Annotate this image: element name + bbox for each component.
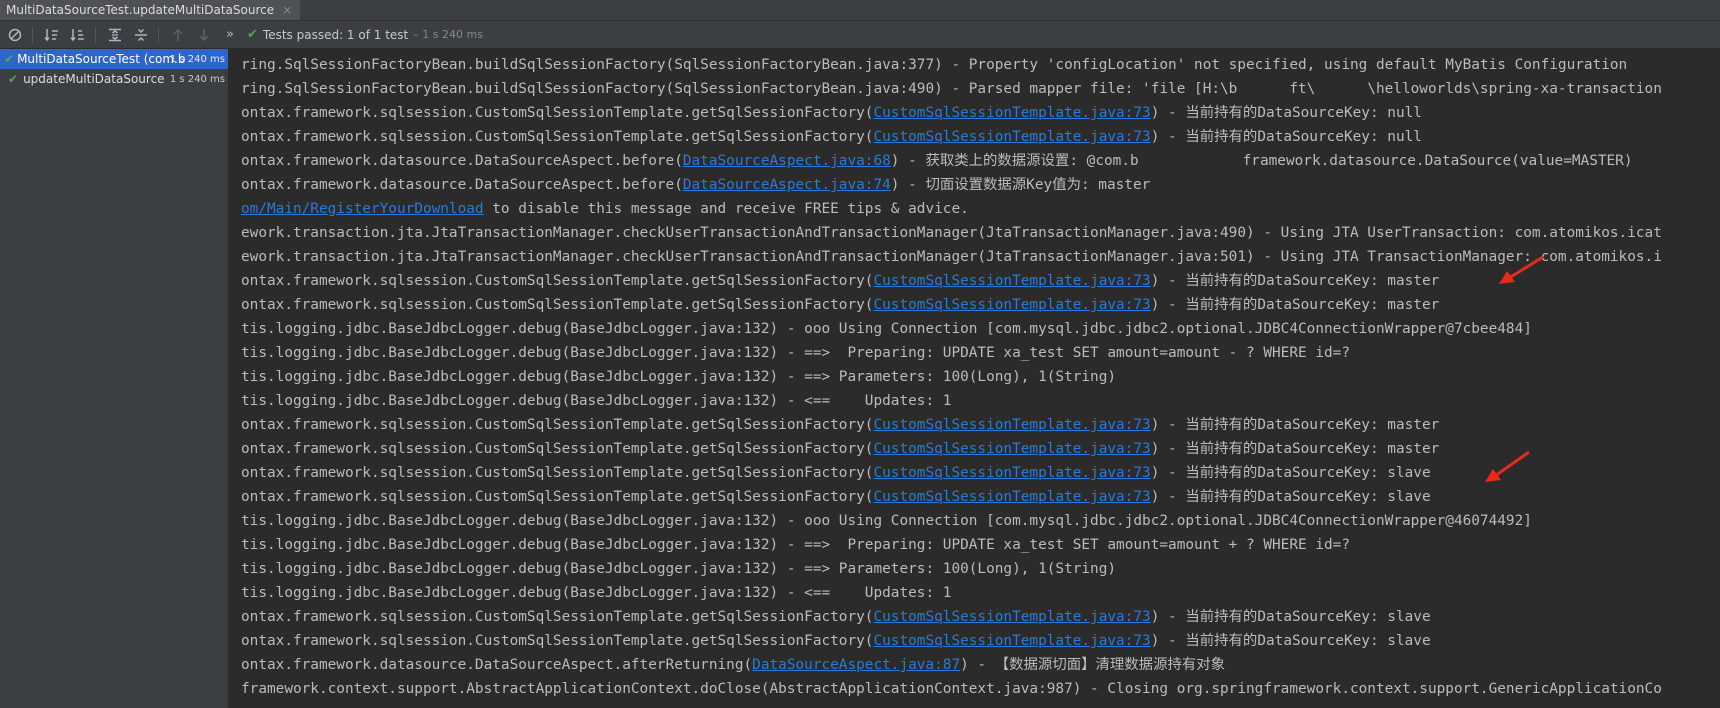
console-line: tis.logging.jdbc.BaseJdbcLogger.debug(Ba… [241, 513, 1532, 529]
sort-alpha-icon[interactable] [41, 24, 63, 46]
console-line: ontax.framework.datasource.DataSourceAsp… [241, 657, 1226, 673]
console-line: tis.logging.jdbc.BaseJdbcLogger.debug(Ba… [241, 345, 1350, 361]
console-line: ontax.framework.sqlsession.CustomSqlSess… [241, 609, 1431, 625]
console-output[interactable]: ring.SqlSessionFactoryBean.buildSqlSessi… [229, 49, 1720, 708]
more-icon[interactable]: » [219, 24, 241, 46]
toolbar-separator [158, 26, 159, 43]
console-line: ontax.framework.sqlsession.CustomSqlSess… [241, 489, 1431, 505]
console-link[interactable]: CustomSqlSessionTemplate.java:73 [873, 489, 1150, 505]
close-icon[interactable]: × [282, 3, 292, 17]
console-line: ontax.framework.datasource.DataSourceAsp… [241, 153, 1633, 169]
sort-duration-icon[interactable] [67, 24, 89, 46]
console-link[interactable]: CustomSqlSessionTemplate.java:73 [873, 465, 1150, 481]
console-line: ring.SqlSessionFactoryBean.buildSqlSessi… [241, 81, 1662, 97]
expand-all-icon[interactable] [104, 24, 126, 46]
collapse-all-icon[interactable] [130, 24, 152, 46]
console-line: tis.logging.jdbc.BaseJdbcLogger.debug(Ba… [241, 321, 1532, 337]
console-link[interactable]: CustomSqlSessionTemplate.java:73 [873, 633, 1150, 649]
console-link[interactable]: CustomSqlSessionTemplate.java:73 [873, 105, 1150, 121]
status-text: Tests passed: 1 of 1 test [262, 27, 409, 42]
tree-node-label: updateMultiDataSource [23, 72, 165, 86]
console-line: om/Main/RegisterYourDownload to disable … [241, 201, 969, 217]
console-link[interactable]: DataSourceAspect.java:68 [683, 153, 891, 169]
pass-check-icon: ✔ [4, 52, 15, 66]
run-tab[interactable]: MultiDataSourceTest.updateMultiDataSourc… [0, 0, 301, 20]
console-line: tis.logging.jdbc.BaseJdbcLogger.debug(Ba… [241, 537, 1350, 553]
console-link[interactable]: om/Main/RegisterYourDownload [241, 201, 484, 217]
console-line: framework.context.support.AbstractApplic… [241, 681, 1662, 697]
test-status: ✔ Tests passed: 1 of 1 test – 1 s 240 ms [247, 27, 483, 42]
prev-failed-icon[interactable] [167, 24, 189, 46]
console-link[interactable]: CustomSqlSessionTemplate.java:73 [873, 297, 1150, 313]
console-link[interactable]: CustomSqlSessionTemplate.java:73 [873, 417, 1150, 433]
console-line: ontax.framework.sqlsession.CustomSqlSess… [241, 297, 1440, 313]
console-line: ework.transaction.jta.JtaTransactionMana… [241, 249, 1662, 265]
pass-check-icon: ✔ [247, 27, 258, 42]
tree-node-test-method[interactable]: ✔ updateMultiDataSource 1 s 240 ms [0, 69, 228, 89]
tree-node-test-class[interactable]: ✔ MultiDataSourceTest (com.b 1 s 240 ms [0, 49, 228, 69]
console-line: ontax.framework.datasource.DataSourceAsp… [241, 177, 1151, 193]
console-link[interactable]: DataSourceAspect.java:87 [752, 657, 960, 673]
console-line: ontax.framework.sqlsession.CustomSqlSess… [241, 105, 1422, 121]
red-arrow-annotation-icon [1499, 255, 1544, 284]
pass-check-icon: ✔ [8, 72, 19, 86]
console-line: tis.logging.jdbc.BaseJdbcLogger.debug(Ba… [241, 393, 952, 409]
console-link[interactable]: CustomSqlSessionTemplate.java:73 [873, 441, 1150, 457]
console-link[interactable]: CustomSqlSessionTemplate.java:73 [873, 129, 1150, 145]
status-duration: – 1 s 240 ms [413, 28, 483, 41]
console-line: ontax.framework.sqlsession.CustomSqlSess… [241, 441, 1440, 457]
tree-node-time: 1 s 240 ms [169, 53, 225, 65]
tree-node-time: 1 s 240 ms [169, 73, 225, 85]
test-runner-toolbar: » ✔ Tests passed: 1 of 1 test – 1 s 240 … [0, 21, 1720, 49]
console-line: tis.logging.jdbc.BaseJdbcLogger.debug(Ba… [241, 369, 1117, 385]
editor-tab-bar: MultiDataSourceTest.updateMultiDataSourc… [0, 0, 1720, 21]
console-line: tis.logging.jdbc.BaseJdbcLogger.debug(Ba… [241, 561, 1117, 577]
console-line: ontax.framework.sqlsession.CustomSqlSess… [241, 273, 1440, 289]
red-arrow-annotation-icon [1485, 450, 1530, 482]
console-link[interactable]: DataSourceAspect.java:74 [683, 177, 891, 193]
console-line: ontax.framework.sqlsession.CustomSqlSess… [241, 633, 1431, 649]
console-line: ontax.framework.sqlsession.CustomSqlSess… [241, 417, 1440, 433]
console-line: ring.SqlSessionFactoryBean.buildSqlSessi… [241, 57, 1628, 73]
console-line: ework.transaction.jta.JtaTransactionMana… [241, 225, 1662, 241]
next-failed-icon[interactable] [193, 24, 215, 46]
console-line: ontax.framework.sqlsession.CustomSqlSess… [241, 465, 1431, 481]
toolbar-separator [32, 26, 33, 43]
console-line: tis.logging.jdbc.BaseJdbcLogger.debug(Ba… [241, 585, 952, 601]
console-line: ontax.framework.sqlsession.CustomSqlSess… [241, 129, 1422, 145]
console-link[interactable]: CustomSqlSessionTemplate.java:73 [873, 609, 1150, 625]
tree-node-label: MultiDataSourceTest (com.b [17, 52, 186, 66]
console-link[interactable]: CustomSqlSessionTemplate.java:73 [873, 273, 1150, 289]
toolbar-separator [95, 26, 96, 43]
stop-icon[interactable] [4, 24, 26, 46]
test-tree: ✔ MultiDataSourceTest (com.b 1 s 240 ms … [0, 49, 229, 708]
run-tab-title: MultiDataSourceTest.updateMultiDataSourc… [6, 3, 275, 17]
